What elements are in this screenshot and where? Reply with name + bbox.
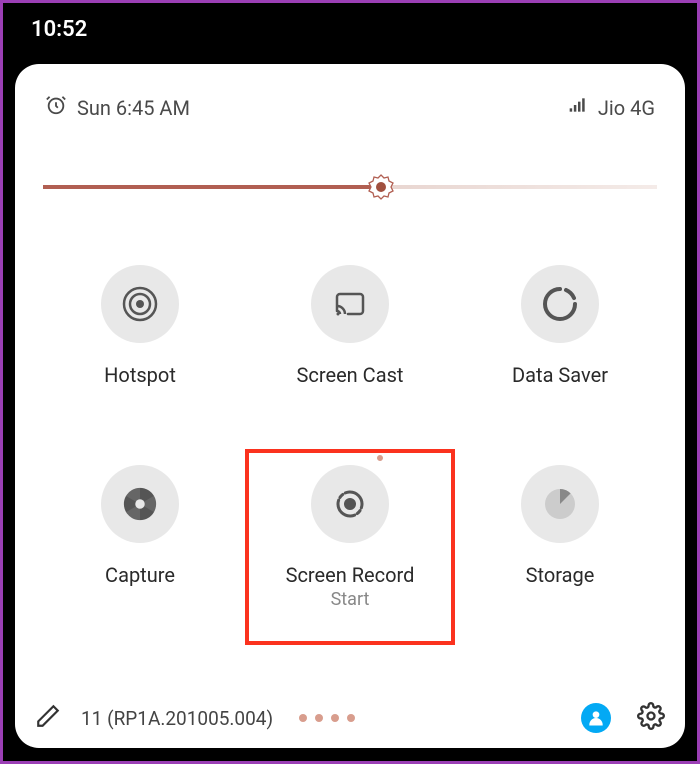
tile-hotspot-label: Hotspot <box>104 363 176 387</box>
page-indicator[interactable] <box>299 714 355 722</box>
tile-datasaver[interactable]: Data Saver <box>455 251 665 431</box>
brightness-thumb[interactable] <box>367 173 395 201</box>
quick-settings-panel: Sun 6:45 AM Jio 4G <box>15 64 685 748</box>
tile-screenrecord-label: Screen Record <box>286 563 415 587</box>
edit-icon[interactable] <box>35 703 61 733</box>
recording-dot-icon <box>377 455 383 461</box>
capture-icon <box>101 465 179 543</box>
tile-storage[interactable]: Storage <box>455 451 665 631</box>
tiles-grid: Hotspot Screen Cast Data Saver <box>35 251 665 631</box>
tile-hotspot[interactable]: Hotspot <box>35 251 245 431</box>
build-label: 11 (RP1A.201005.004) <box>81 707 273 730</box>
tile-capture[interactable]: Capture <box>35 451 245 631</box>
panel-header: Sun 6:45 AM Jio 4G <box>35 94 665 121</box>
tile-screenrecord[interactable]: Screen Record Start <box>245 451 455 631</box>
record-icon <box>311 465 389 543</box>
header-right: Jio 4G <box>568 95 655 120</box>
hotspot-icon <box>101 265 179 343</box>
tile-screencast[interactable]: Screen Cast <box>245 251 455 431</box>
signal-icon <box>568 95 588 120</box>
page-dot <box>347 714 355 722</box>
tile-datasaver-label: Data Saver <box>512 363 608 387</box>
panel-footer: 11 (RP1A.201005.004) <box>35 702 665 734</box>
data-saver-icon <box>521 265 599 343</box>
page-dot <box>315 714 323 722</box>
status-bar: 10:52 <box>3 3 697 56</box>
carrier-label: Jio 4G <box>598 96 655 120</box>
page-dot <box>331 714 339 722</box>
cast-icon <box>311 265 389 343</box>
status-time: 10:52 <box>31 17 87 42</box>
alarm-icon <box>45 94 67 121</box>
user-avatar[interactable] <box>581 703 611 733</box>
storage-icon <box>521 465 599 543</box>
brightness-track <box>43 185 657 189</box>
alarm-time-label: Sun 6:45 AM <box>77 96 190 120</box>
gear-icon[interactable] <box>637 702 665 734</box>
tile-capture-label: Capture <box>105 563 175 587</box>
header-left[interactable]: Sun 6:45 AM <box>45 94 190 121</box>
tile-storage-label: Storage <box>526 563 595 587</box>
brightness-slider[interactable] <box>43 173 657 201</box>
page-dot <box>299 714 307 722</box>
tile-screenrecord-sublabel: Start <box>331 589 370 610</box>
tile-screencast-label: Screen Cast <box>297 363 404 387</box>
